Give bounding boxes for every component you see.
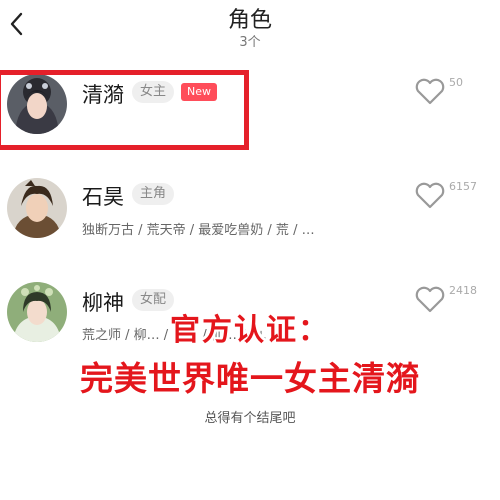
list-footer-text: 总得有个结尾吧 bbox=[204, 411, 296, 426]
role-tag: 女主 bbox=[132, 81, 175, 103]
header: 角色 3个 bbox=[0, 0, 500, 56]
like-count: 6157 bbox=[449, 180, 477, 193]
like-count: 50 bbox=[449, 76, 463, 89]
character-description: 独断万古 / 荒天帝 / 最爱吃兽奶 / 荒 / … bbox=[82, 223, 315, 238]
character-name: 清漪 bbox=[82, 83, 124, 107]
avatar bbox=[7, 178, 67, 238]
like-count: 2418 bbox=[449, 284, 477, 297]
avatar bbox=[7, 74, 67, 134]
page-title: 角色 bbox=[227, 8, 272, 33]
heart-icon[interactable] bbox=[414, 180, 446, 210]
new-badge: New bbox=[181, 83, 217, 101]
character-row-shihao[interactable]: 石昊 主角 独断万古 / 荒天帝 / 最爱吃兽奶 / 荒 / … 6157 bbox=[0, 172, 500, 268]
overlay-caption-line1: 官方认证： bbox=[170, 313, 330, 348]
character-row-qingyi[interactable]: 清漪 女主 New 50 bbox=[0, 68, 500, 164]
character-name: 石昊 bbox=[82, 185, 124, 209]
heart-icon[interactable] bbox=[414, 76, 446, 106]
role-tag: 主角 bbox=[132, 183, 175, 205]
overlay-caption-line2: 完美世界唯一女主清漪 bbox=[80, 359, 420, 398]
character-count: 3个 bbox=[239, 35, 261, 50]
